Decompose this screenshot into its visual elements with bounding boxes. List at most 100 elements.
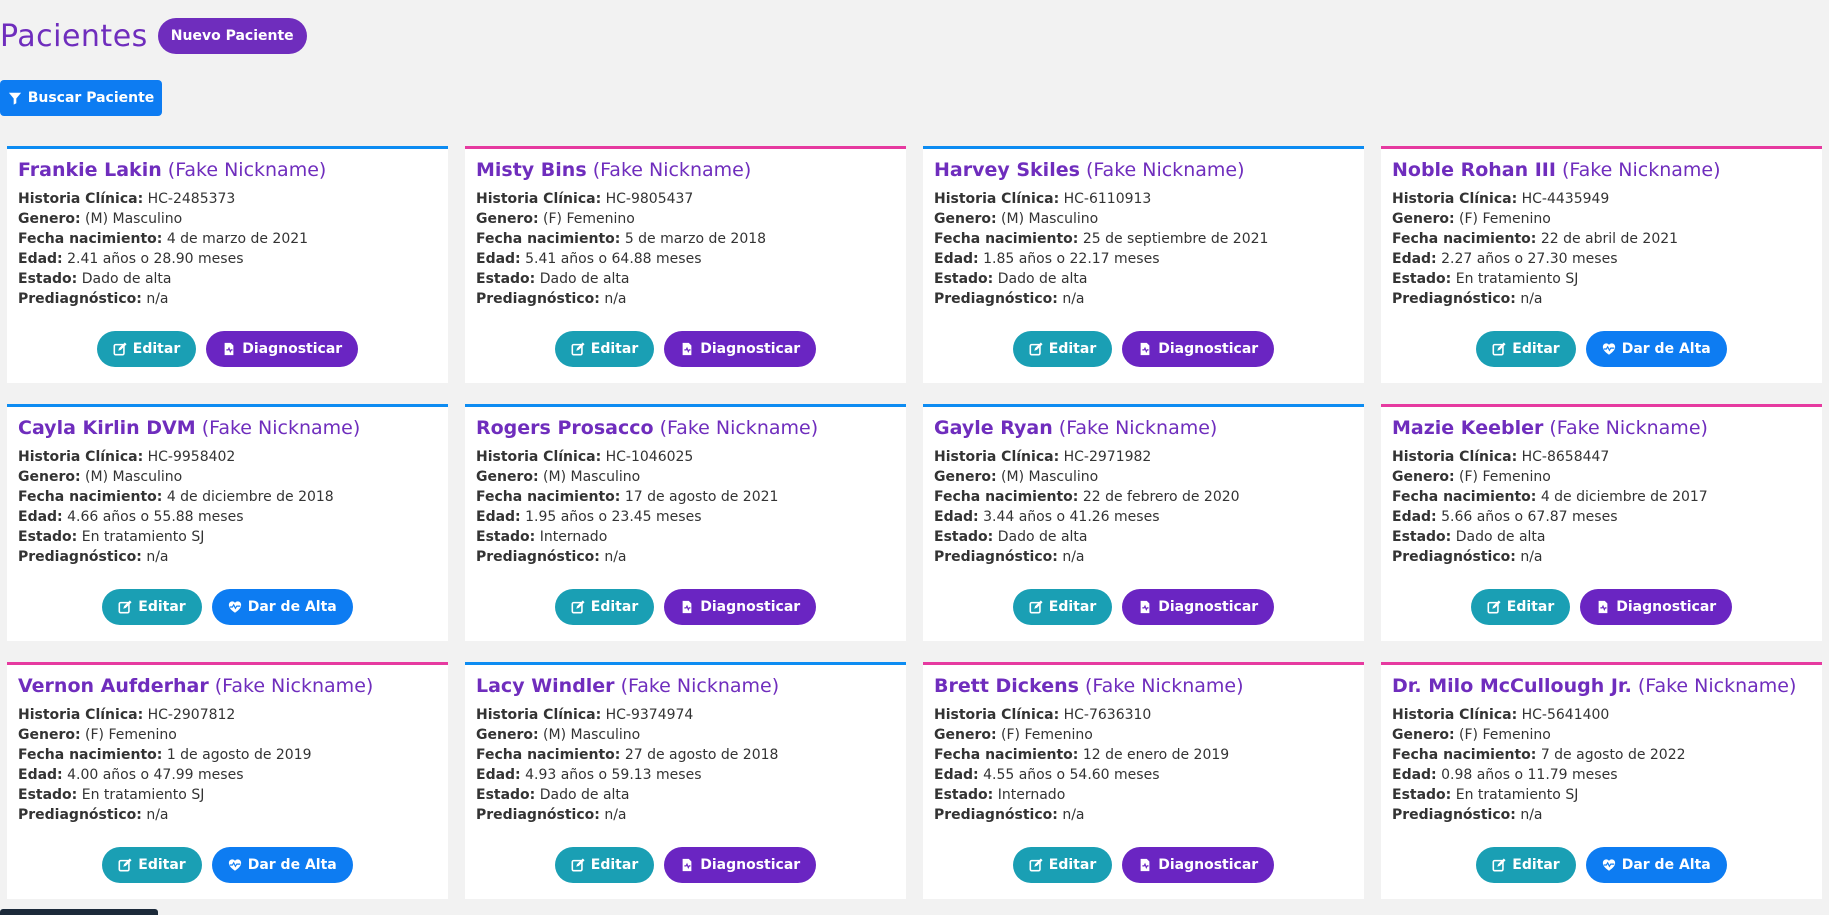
patient-name[interactable]: Frankie Lakin (Fake Nickname) [18, 159, 437, 181]
edad-value: 2.27 años o 27.30 meses [1441, 251, 1618, 267]
patient-name[interactable]: Brett Dickens (Fake Nickname) [934, 675, 1353, 697]
patient-name[interactable]: Cayla Kirlin DVM (Fake Nickname) [18, 417, 437, 439]
fecha-label: Fecha nacimiento: [1392, 747, 1537, 763]
estado-label: Estado: [934, 787, 994, 803]
discharge-button[interactable]: Dar de Alta [211, 847, 353, 883]
prediag-value: n/a [146, 807, 169, 823]
edit-label: Editar [1048, 341, 1097, 357]
diagnose-button[interactable]: Diagnosticar [1122, 331, 1275, 367]
genero-row: Genero: (F) Femenino [1392, 725, 1811, 745]
edad-label: Edad: [476, 251, 521, 267]
patient-name[interactable]: Gayle Ryan (Fake Nickname) [934, 417, 1353, 439]
genero-label: Genero: [476, 211, 539, 227]
diagnose-button[interactable]: Diagnosticar [664, 589, 817, 625]
patient-fullname: Gayle Ryan [934, 417, 1053, 439]
diagnose-button[interactable]: Diagnosticar [664, 847, 817, 883]
prediag-value: n/a [1520, 291, 1543, 307]
edit-button[interactable]: Editar [1012, 847, 1113, 883]
patient-card: Misty Bins (Fake Nickname) Historia Clín… [465, 146, 906, 383]
diagnose-label: Diagnosticar [700, 341, 801, 357]
prediag-row: Prediagnóstico: n/a [476, 547, 895, 567]
genero-label: Genero: [1392, 727, 1455, 743]
new-patient-button[interactable]: Nuevo Paciente [157, 18, 307, 54]
prediag-value: n/a [146, 549, 169, 565]
edad-row: Edad: 2.41 años o 28.90 meses [18, 249, 437, 269]
fecha-value: 4 de diciembre de 2017 [1540, 489, 1708, 505]
patient-fullname: Misty Bins [476, 159, 587, 181]
patient-nickname: (Fake Nickname) [1549, 417, 1708, 439]
patient-nickname: (Fake Nickname) [592, 159, 752, 181]
patient-name[interactable]: Lacy Windler (Fake Nickname) [476, 675, 895, 697]
edad-label: Edad: [476, 509, 521, 525]
discharge-button[interactable]: Dar de Alta [211, 589, 353, 625]
edad-label: Edad: [934, 509, 979, 525]
edit-button[interactable]: Editar [554, 847, 655, 883]
genero-value: (M) Masculino [85, 469, 183, 485]
edit-button[interactable]: Editar [1470, 589, 1571, 625]
edit-button[interactable]: Editar [1476, 847, 1576, 883]
patient-name[interactable]: Noble Rohan III (Fake Nickname) [1392, 159, 1811, 181]
diagnose-button[interactable]: Diagnosticar [664, 331, 817, 367]
diagnose-button[interactable]: Diagnosticar [1580, 589, 1733, 625]
historia-value: HC-7636310 [1063, 707, 1152, 723]
patient-name[interactable]: Mazie Keebler (Fake Nickname) [1392, 417, 1811, 439]
genero-row: Genero: (M) Masculino [18, 209, 437, 229]
fecha-label: Fecha nacimiento: [476, 489, 621, 505]
edit-button[interactable]: Editar [102, 847, 202, 883]
edit-label: Editar [138, 857, 186, 873]
patient-name[interactable]: Misty Bins (Fake Nickname) [476, 159, 895, 181]
file-medical-icon [1140, 858, 1150, 872]
bottom-toolbar[interactable] [0, 909, 158, 915]
edit-label: Editar [1512, 857, 1560, 873]
search-patient-button[interactable]: Buscar Paciente [0, 80, 162, 116]
edad-value: 4.93 años o 59.13 meses [525, 767, 702, 783]
diagnose-button[interactable]: Diagnosticar [1122, 847, 1275, 883]
prediag-row: Prediagnóstico: n/a [1392, 289, 1811, 309]
genero-row: Genero: (M) Masculino [476, 725, 895, 745]
patient-fullname: Brett Dickens [934, 675, 1079, 697]
patient-name[interactable]: Dr. Milo McCullough Jr. (Fake Nickname) [1392, 675, 1811, 697]
diagnose-button[interactable]: Diagnosticar [1122, 589, 1275, 625]
patient-card: Harvey Skiles (Fake Nickname) Historia C… [923, 146, 1364, 383]
discharge-label: Dar de Alta [1621, 341, 1711, 357]
discharge-button[interactable]: Dar de Alta [1585, 331, 1727, 367]
edit-button[interactable]: Editar [1012, 331, 1113, 367]
edit-icon [1492, 858, 1506, 872]
edit-button[interactable]: Editar [1476, 331, 1576, 367]
edad-row: Edad: 1.95 años o 23.45 meses [476, 507, 895, 527]
estado-value: Dado de alta [539, 787, 630, 803]
patient-name[interactable]: Harvey Skiles (Fake Nickname) [934, 159, 1353, 181]
estado-row: Estado: En tratamiento SJ [1392, 269, 1811, 289]
card-actions: Editar Diagnosticar [465, 331, 906, 367]
edit-button[interactable]: Editar [96, 331, 197, 367]
discharge-label: Dar de Alta [247, 599, 337, 615]
patient-fullname: Rogers Prosacco [476, 417, 654, 439]
historia-row: Historia Clínica: HC-9374974 [476, 705, 895, 725]
fecha-value: 22 de febrero de 2020 [1082, 489, 1240, 505]
estado-row: Estado: En tratamiento SJ [18, 527, 437, 547]
historia-value: HC-6110913 [1063, 191, 1152, 207]
patient-name[interactable]: Rogers Prosacco (Fake Nickname) [476, 417, 895, 439]
estado-label: Estado: [1392, 529, 1452, 545]
edit-icon [1029, 600, 1043, 614]
diagnose-button[interactable]: Diagnosticar [206, 331, 359, 367]
patient-card: Dr. Milo McCullough Jr. (Fake Nickname) … [1381, 662, 1822, 899]
edad-value: 2.41 años o 28.90 meses [67, 251, 244, 267]
edad-label: Edad: [934, 767, 979, 783]
edad-row: Edad: 0.98 años o 11.79 meses [1392, 765, 1811, 785]
discharge-button[interactable]: Dar de Alta [1585, 847, 1727, 883]
historia-label: Historia Clínica: [18, 707, 144, 723]
historia-value: HC-2971982 [1063, 449, 1152, 465]
fecha-value: 1 de agosto de 2019 [166, 747, 312, 763]
edit-button[interactable]: Editar [1012, 589, 1113, 625]
genero-value: (F) Femenino [1459, 469, 1551, 485]
edit-button[interactable]: Editar [554, 331, 655, 367]
edit-button[interactable]: Editar [102, 589, 202, 625]
estado-row: Estado: Dado de alta [934, 527, 1353, 547]
genero-row: Genero: (F) Femenino [1392, 209, 1811, 229]
patient-name[interactable]: Vernon Aufderhar (Fake Nickname) [18, 675, 437, 697]
edad-row: Edad: 4.93 años o 59.13 meses [476, 765, 895, 785]
genero-label: Genero: [476, 727, 539, 743]
edit-button[interactable]: Editar [554, 589, 655, 625]
prediag-row: Prediagnóstico: n/a [1392, 805, 1811, 825]
